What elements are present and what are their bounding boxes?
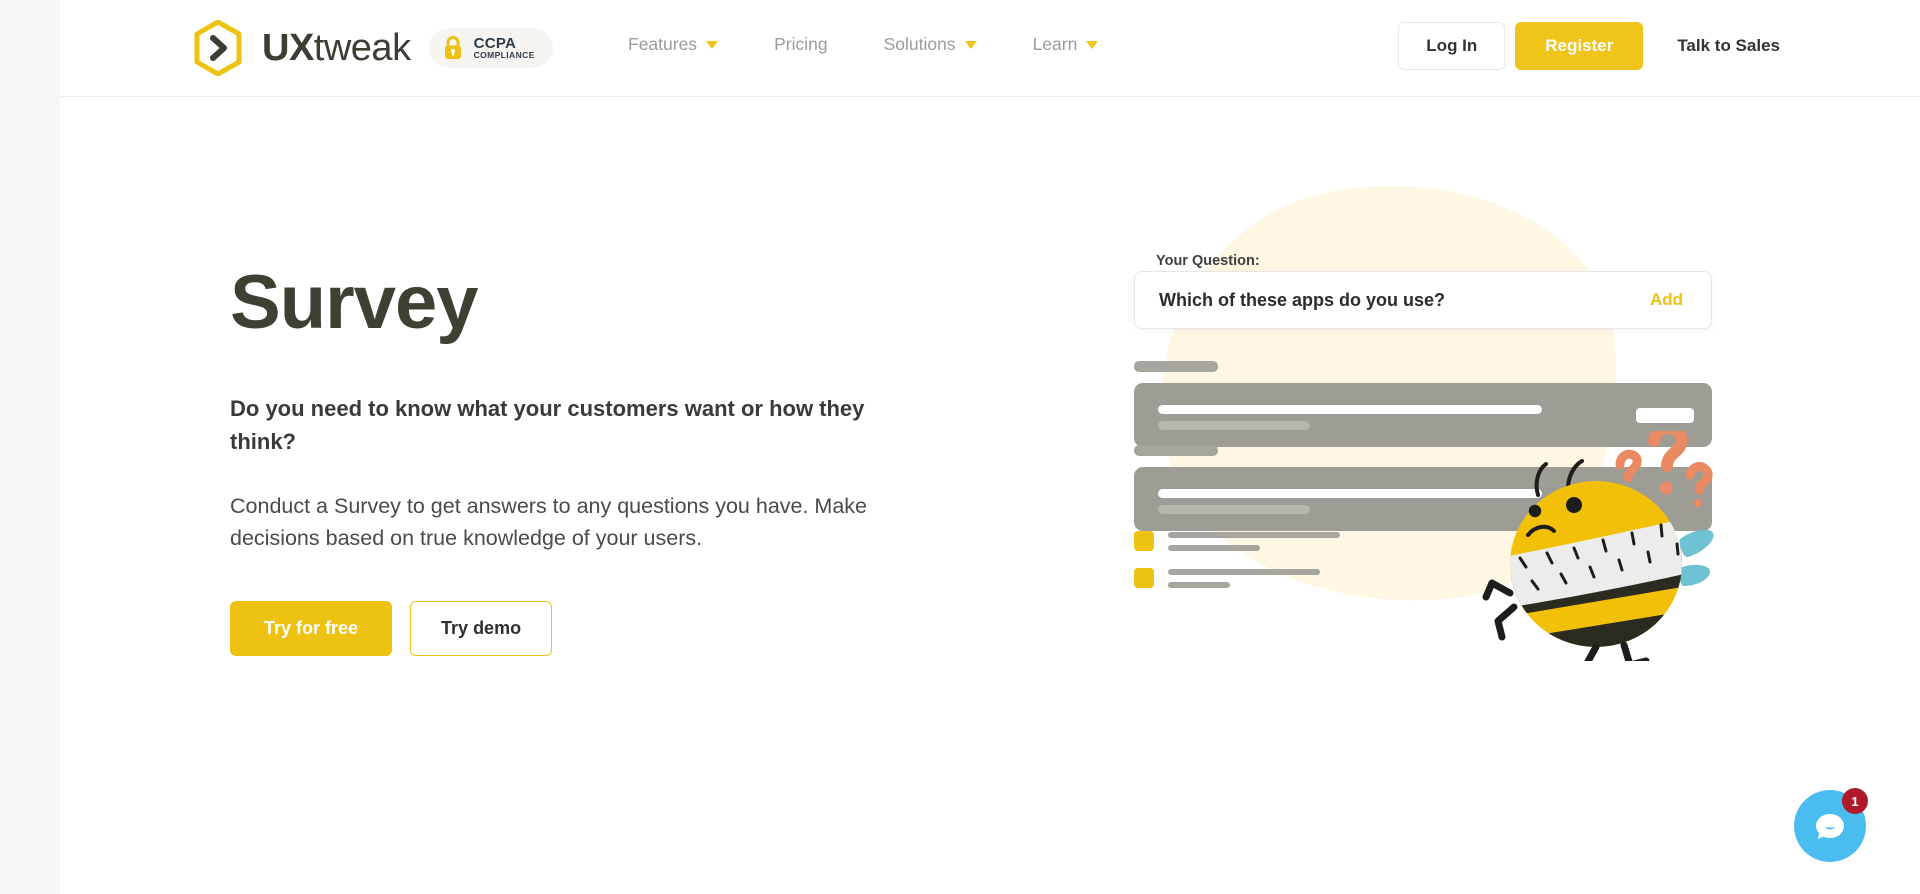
bee-mascot-icon <box>1482 431 1714 661</box>
add-question-link[interactable]: Add <box>1650 290 1683 310</box>
ccpa-compliance-badge: CCPA COMPLIANCE <box>428 28 553 68</box>
nav-label-solutions: Solutions <box>883 34 956 54</box>
checkbox-icon[interactable] <box>1134 568 1154 588</box>
hero-description: Conduct a Survey to get answers to any q… <box>230 494 868 551</box>
nav-label-learn: Learn <box>1032 34 1078 54</box>
page-title: Survey <box>230 260 479 345</box>
try-for-free-button[interactable]: Try for free <box>230 600 393 656</box>
logo-wordmark: UXtweak <box>262 27 411 70</box>
option-row[interactable] <box>1134 531 1340 551</box>
skeleton-line <box>1158 505 1310 514</box>
header-actions: Log In Register Talk to Sales <box>1398 22 1780 70</box>
nav-item-features[interactable]: Features <box>600 26 746 63</box>
skeleton-label <box>1134 445 1218 456</box>
question-label: Your Question: <box>1156 253 1260 269</box>
option-text-placeholder <box>1168 568 1320 588</box>
chevron-down-icon <box>1086 40 1099 49</box>
chevron-down-icon <box>964 40 977 49</box>
option-text-placeholder <box>1168 531 1340 551</box>
skeleton-line <box>1158 405 1542 414</box>
nav-item-pricing[interactable]: Pricing <box>746 26 856 63</box>
skeleton-line <box>1168 581 1230 588</box>
chevron-down-icon <box>706 40 719 49</box>
checkbox-icon[interactable] <box>1134 531 1154 551</box>
chat-widget[interactable]: 1 <box>1794 788 1868 862</box>
question-input-card[interactable]: Which of these apps do you use? Add <box>1134 271 1712 329</box>
chat-bubble-icon <box>1816 814 1844 839</box>
register-button[interactable]: Register <box>1515 22 1644 70</box>
eye-icon <box>1566 497 1582 513</box>
hero-copy: Survey Do you need to know what your cus… <box>230 265 950 656</box>
skeleton-label <box>1134 361 1218 372</box>
chat-unread-badge: 1 <box>1842 788 1868 814</box>
logo[interactable]: UXtweak CCPA COMPLIANCE <box>192 20 553 76</box>
ccpa-title: CCPA <box>473 34 517 52</box>
logo-text-bold: UX <box>262 26 314 69</box>
try-demo-button[interactable]: Try demo <box>410 600 553 656</box>
hero-cta-row: Try for free Try demo <box>230 600 950 656</box>
skeleton-line <box>1168 568 1320 575</box>
hero-subtitle: Do you need to know what your customers … <box>230 396 865 454</box>
hero-illustration: Your Question: Which of these apps do yo… <box>1090 155 1770 661</box>
skeleton-line <box>1168 544 1260 551</box>
lock-icon <box>444 36 461 59</box>
login-button[interactable]: Log In <box>1398 22 1506 70</box>
nav-label-features: Features <box>628 34 698 54</box>
nav-item-solutions[interactable]: Solutions <box>856 26 1005 63</box>
main-nav: Features Pricing Solutions Learn <box>600 26 1126 63</box>
skeleton-line <box>1158 421 1310 430</box>
logo-text-light: tweak <box>313 26 411 69</box>
eye-icon <box>1528 504 1542 518</box>
nav-item-learn[interactable]: Learn <box>1005 26 1127 63</box>
page-root: UXtweak CCPA COMPLIANCE Features Pricing… <box>0 0 1920 894</box>
site-header: UXtweak CCPA COMPLIANCE Features Pricing… <box>60 0 1920 97</box>
skeleton-button <box>1636 408 1694 423</box>
content-frame: UXtweak CCPA COMPLIANCE Features Pricing… <box>60 0 1920 894</box>
question-input-value: Which of these apps do you use? <box>1159 289 1446 310</box>
nav-label-pricing: Pricing <box>774 34 828 54</box>
talk-to-sales-link[interactable]: Talk to Sales <box>1677 36 1780 56</box>
ccpa-subtitle: COMPLIANCE <box>473 50 535 61</box>
uxtweak-hexagon-chevron-icon <box>194 20 242 76</box>
wing-icon <box>1679 529 1714 586</box>
skeleton-line <box>1168 531 1340 538</box>
option-row[interactable] <box>1134 568 1320 588</box>
